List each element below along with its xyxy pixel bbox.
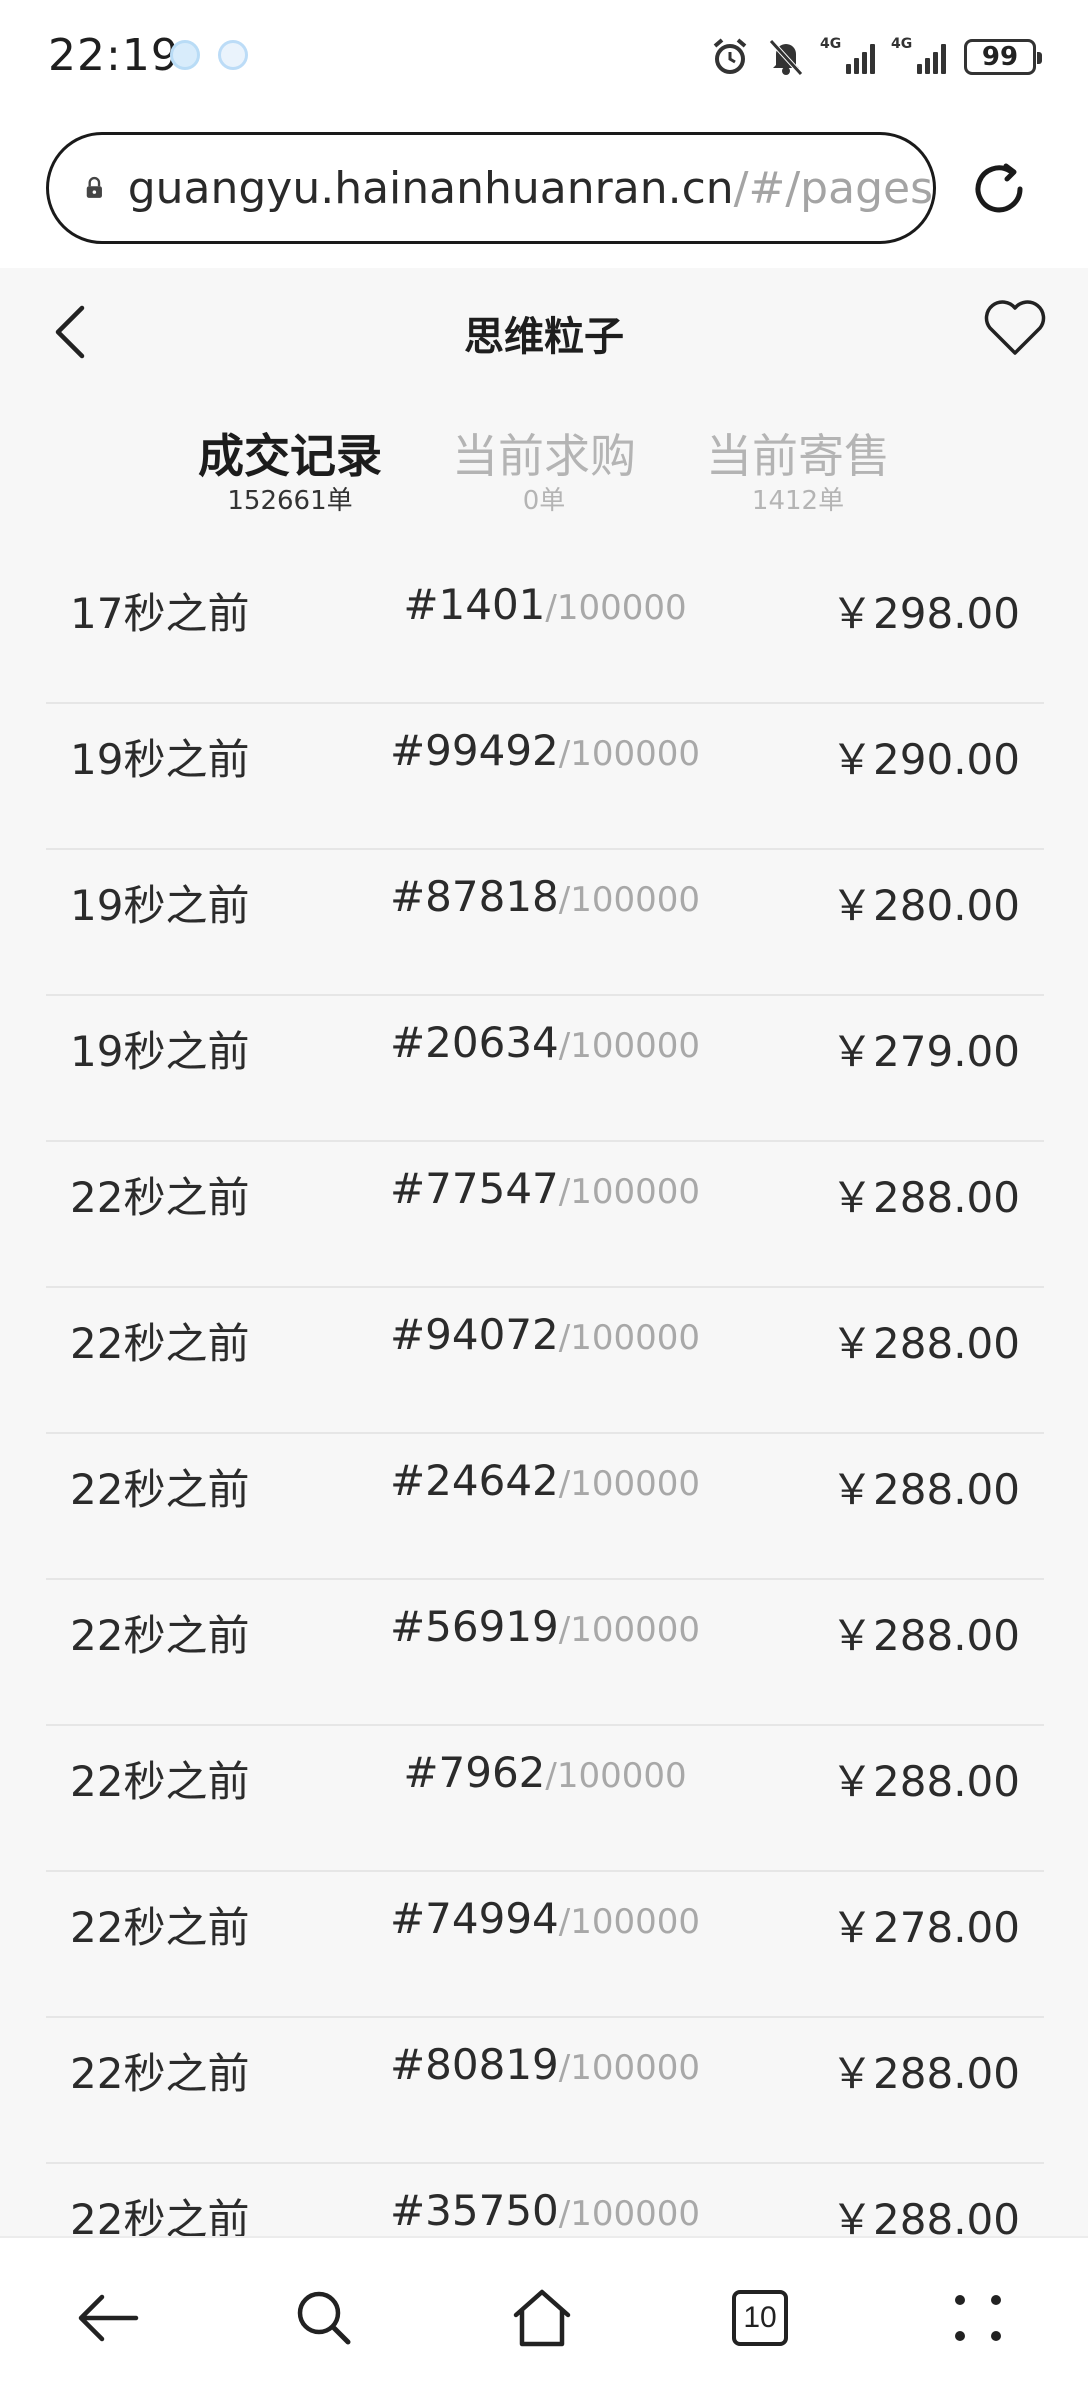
record-row[interactable]: 22秒之前 #7962/100000 ￥288.00 [46,1726,1044,1872]
reload-icon[interactable] [966,156,1032,222]
record-price: ￥288.00 [831,1611,1020,1660]
status-time: 22:19 [48,30,180,81]
search-button[interactable] [284,2278,364,2358]
record-serial: #20634 [389,1018,559,1067]
page-title: 思维粒子 [464,314,624,360]
mute-bell-icon [769,39,803,76]
url-path: /#/pages [733,162,933,214]
tab-count: 0单 [522,486,566,516]
record-row[interactable]: 22秒之前 #35750/100000 ￥288.00 [46,2164,1044,2236]
record-row[interactable]: 22秒之前 #24642/100000 ￥288.00 [46,1434,1044,1580]
record-list: 17秒之前 #1401/100000 ￥298.00 19秒之前 #99492/1000… [46,558,1044,2236]
tab-current-consign[interactable]: 当前寄售 1412单 [688,428,908,518]
record-price: ￥288.00 [831,1173,1020,1222]
vpn-icon [170,40,200,70]
record-row[interactable]: 22秒之前 #56919/100000 ￥288.00 [46,1580,1044,1726]
menu-button[interactable] [938,2278,1018,2358]
tab-label: 当前寄售 [706,429,890,483]
record-total: /100000 [545,588,687,628]
url-domain: guangyu.hainanhuanran.cn [127,162,734,214]
record-total: /100000 [558,1026,701,1066]
tab-count: 152661单 [227,486,353,516]
record-serial: #87818 [389,872,559,921]
record-total: /100000 [558,1464,701,1504]
record-serial: #1401 [403,580,546,629]
record-total: /100000 [558,1610,701,1650]
battery-indicator: 99 [964,39,1042,75]
record-serial: #94072 [389,1310,559,1359]
record-price: ￥290.00 [831,735,1020,784]
nav-back-button[interactable] [68,2278,148,2358]
record-row[interactable]: 22秒之前 #94072/100000 ￥288.00 [46,1288,1044,1434]
tab-count-badge: 10 [732,2290,788,2346]
tab-bar: 成交记录 152661单 当前求购 0单 当前寄售 1412单 [0,428,1088,528]
record-row[interactable]: 19秒之前 #99492/100000 ￥290.00 [46,704,1044,850]
record-serial: #7962 [403,1748,546,1797]
record-price: ￥298.00 [831,589,1020,638]
network-type-2: 4G [891,36,913,52]
record-serial: #24642 [389,1456,559,1505]
do-not-disturb-icon [218,40,248,70]
url-text: guangyu.hainanhuanran.cn/#/pages [128,163,933,214]
record-row[interactable]: 22秒之前 #77547/100000 ￥288.00 [46,1142,1044,1288]
lock-icon [86,176,102,198]
record-total: /100000 [545,1756,687,1796]
record-price: ￥288.00 [831,1319,1020,1368]
browser-toolbar: guangyu.hainanhuanran.cn/#/pages [0,112,1088,268]
record-price: ￥288.00 [831,1465,1020,1514]
record-row[interactable]: 22秒之前 #80819/100000 ￥288.00 [46,2018,1044,2164]
record-price: ￥288.00 [831,2049,1020,2098]
page-content: 思维粒子 成交记录 152661单 当前求购 0单 当前寄售 1412单 17秒… [0,268,1088,2236]
signal-icon-2: 4G [891,36,946,74]
address-bar[interactable]: guangyu.hainanhuanran.cn/#/pages [46,132,936,244]
tab-count: 1412单 [751,486,845,516]
record-row[interactable]: 17秒之前 #1401/100000 ￥298.00 [46,558,1044,704]
record-total: /100000 [558,1172,701,1212]
arrow-left-icon [78,2294,139,2342]
record-serial: #77547 [389,1164,559,1213]
record-total: /100000 [558,734,701,774]
record-serial: #80819 [389,2040,559,2089]
record-serial: #35750 [389,2186,559,2235]
tabs-button[interactable]: 10 [720,2278,800,2358]
home-icon [513,2289,571,2347]
record-price: ￥278.00 [831,1903,1020,1952]
record-price: ￥280.00 [831,881,1020,930]
tab-deal-records[interactable]: 成交记录 152661单 [180,428,400,518]
record-row[interactable]: 22秒之前 #74994/100000 ￥278.00 [46,1872,1044,2018]
more-dots-icon [955,2295,1001,2341]
record-total: /100000 [558,880,701,920]
record-serial: #74994 [389,1894,559,1943]
network-type: 4G [820,36,842,52]
record-price: ￥288.00 [831,1757,1020,1806]
record-total: /100000 [558,1902,701,1942]
battery-level: 99 [981,42,1019,72]
record-row[interactable]: 19秒之前 #20634/100000 ￥279.00 [46,996,1044,1142]
search-icon [297,2291,351,2345]
tab-current-buy[interactable]: 当前求购 0单 [434,428,654,518]
signal-icon: 4G [820,36,875,74]
home-button[interactable] [502,2278,582,2358]
record-total: /100000 [558,2048,701,2088]
record-price: ￥279.00 [831,1027,1020,1076]
heart-icon[interactable] [982,298,1048,358]
nav-header: 思维粒子 [0,268,1088,388]
record-total: /100000 [558,2194,701,2234]
alarm-icon [713,38,747,74]
status-bar: 22:19 4G 4G 99 [0,0,1088,112]
record-total: /100000 [558,1318,701,1358]
browser-bottom-bar: 10 [0,2236,1088,2400]
record-serial: #56919 [389,1602,559,1651]
record-price: ￥288.00 [831,2195,1020,2236]
tab-label: 成交记录 [198,429,382,483]
record-row[interactable]: 19秒之前 #87818/100000 ￥280.00 [46,850,1044,996]
tab-label: 当前求购 [452,429,636,483]
record-serial: #99492 [389,726,559,775]
